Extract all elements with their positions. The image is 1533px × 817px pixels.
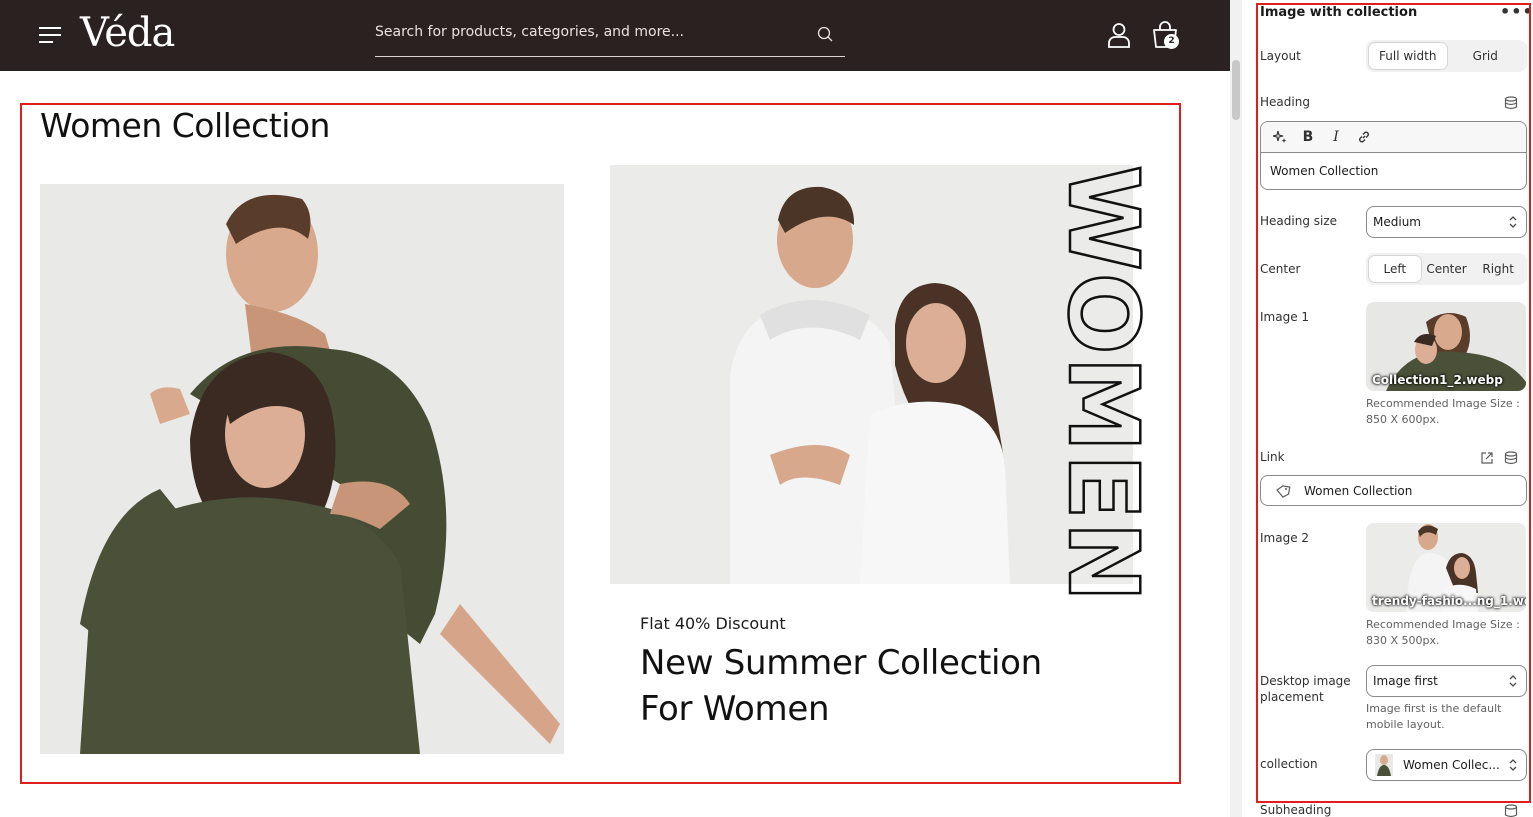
- panel-title: Image with collection: [1260, 5, 1418, 20]
- dynamic-source-icon[interactable]: [1504, 804, 1518, 817]
- link-label: Link: [1260, 450, 1285, 464]
- image-1-size-hint: Recommended Image Size : 850 X 600px.: [1366, 397, 1520, 426]
- collection-thumbnail: [1375, 754, 1393, 776]
- heading-rich-text-editor: B I Women Collection: [1260, 121, 1527, 190]
- heading-input[interactable]: Women Collection: [1270, 164, 1378, 178]
- select-chevron-icon: [1509, 216, 1517, 228]
- link-icon[interactable]: [1357, 130, 1371, 144]
- select-chevron-icon: [1509, 675, 1517, 687]
- layout-option-full-width[interactable]: Full width: [1369, 43, 1447, 69]
- store-logo[interactable]: Véda: [80, 10, 175, 56]
- banner-heading-line-2: For Women: [640, 689, 830, 729]
- layout-label: Layout: [1260, 49, 1301, 63]
- alignment-label: Center: [1260, 262, 1301, 276]
- dynamic-source-icon[interactable]: [1504, 451, 1518, 465]
- heading-label: Heading: [1260, 95, 1310, 109]
- alignment-toggle: Left Center Right: [1366, 253, 1527, 285]
- store-header: Véda Search for products, categories, an…: [0, 0, 1230, 71]
- italic-icon[interactable]: I: [1329, 129, 1343, 145]
- image-2-size-hint: Recommended Image Size : 830 X 500px.: [1366, 618, 1520, 647]
- rte-toolbar: B I: [1261, 122, 1526, 153]
- collection-value: Women Collec...: [1403, 758, 1500, 772]
- account-icon[interactable]: [1107, 22, 1131, 48]
- collection-select[interactable]: Women Collec...: [1366, 749, 1527, 781]
- banner-heading-line-1: New Summer Collection: [640, 643, 1042, 683]
- layout-option-grid[interactable]: Grid: [1447, 43, 1525, 69]
- collection-tag-icon: [1276, 485, 1291, 498]
- banner-subheading: Flat 40% Discount: [640, 614, 786, 633]
- heading-size-label: Heading size: [1260, 214, 1338, 228]
- layout-toggle: Full width Grid: [1366, 40, 1527, 72]
- svg-text:WOMEN: WOMEN: [1058, 165, 1159, 604]
- collection-image-2: [610, 165, 1133, 584]
- image-1-label: Image 1: [1260, 310, 1310, 324]
- menu-icon[interactable]: [39, 27, 61, 43]
- ai-sparkle-icon[interactable]: [1273, 130, 1287, 144]
- align-option-left[interactable]: Left: [1369, 256, 1421, 282]
- align-option-right[interactable]: Right: [1472, 256, 1524, 282]
- collection-image-1: [40, 184, 564, 754]
- search-input[interactable]: Search for products, categories, and mor…: [375, 24, 684, 40]
- image-2-label: Image 2: [1260, 531, 1310, 545]
- cart-count-badge: 2: [1164, 34, 1179, 49]
- banner-heading: New Summer Collection For Women: [640, 640, 1070, 732]
- select-chevron-icon: [1509, 759, 1517, 771]
- collection-label: collection: [1260, 757, 1318, 771]
- search-icon[interactable]: [817, 26, 833, 42]
- image-1-filename: Collection1_2.webp: [1372, 373, 1503, 387]
- bold-icon[interactable]: B: [1301, 129, 1315, 145]
- placement-hint: Image first is the default mobile layout…: [1366, 702, 1502, 731]
- link-input[interactable]: Women Collection: [1260, 475, 1527, 506]
- placement-select[interactable]: Image first: [1366, 665, 1527, 697]
- heading-size-select[interactable]: Medium: [1366, 206, 1527, 238]
- open-external-icon[interactable]: [1480, 451, 1494, 465]
- placement-value: Image first: [1373, 674, 1438, 688]
- subheading-label: Subheading: [1260, 803, 1332, 817]
- image-1-picker[interactable]: Collection1_2.webp: [1366, 302, 1526, 391]
- dynamic-source-icon[interactable]: [1504, 96, 1518, 110]
- link-value: Women Collection: [1304, 484, 1413, 498]
- image-2-filename: trendy-fashio...ng_1.webp: [1372, 594, 1526, 608]
- storefront-preview: Véda Search for products, categories, an…: [0, 0, 1230, 817]
- more-options-button[interactable]: •••: [1500, 2, 1533, 21]
- placement-label: Desktop image placement: [1260, 674, 1351, 704]
- align-option-center[interactable]: Center: [1421, 256, 1473, 282]
- heading-size-value: Medium: [1373, 215, 1421, 229]
- preview-scrollbar-thumb[interactable]: [1232, 60, 1240, 120]
- preview-scrollbar[interactable]: [1230, 0, 1242, 817]
- section-heading: Women Collection: [40, 106, 330, 145]
- search-bar[interactable]: Search for products, categories, and mor…: [375, 18, 845, 57]
- vertical-outline-word: WOMEN: [1058, 164, 1160, 605]
- image-2-picker[interactable]: trendy-fashio...ng_1.webp: [1366, 523, 1526, 612]
